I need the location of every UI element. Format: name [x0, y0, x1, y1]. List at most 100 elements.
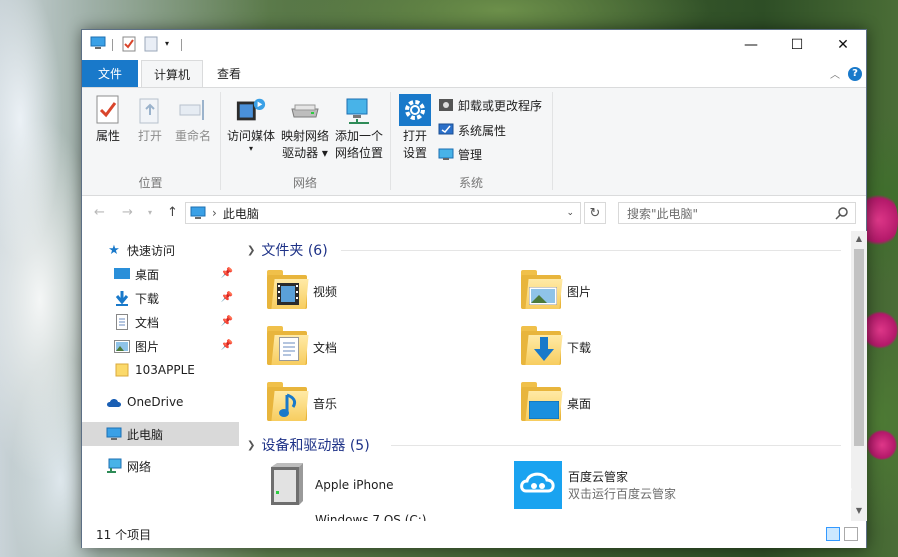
- pin-icon[interactable]: 📌: [221, 268, 233, 279]
- device-tile-c-drive[interactable]: Windows 7 OS (C:): [265, 513, 427, 521]
- tab-computer[interactable]: 计算机: [141, 60, 203, 88]
- address-bar[interactable]: › 此电脑 ⌄: [185, 202, 581, 224]
- rename-button[interactable]: 重命名: [172, 94, 214, 145]
- ribbon-group-network: 访问媒体 ▾ 映射网络 驱动器 ▾ 添加一个 网络位置 网络: [221, 88, 389, 195]
- folder-tile-music[interactable]: 音乐: [265, 379, 337, 427]
- ribbon: 属性 打开 重命名 位置 访问媒体 ▾ 映射网络 驱动器 ▾ 添加一个 网络位置…: [82, 87, 866, 196]
- devices-header-label: 设备和驱动器 (5): [261, 438, 370, 454]
- network-group-label: 网络: [292, 176, 317, 190]
- document-folder-icon: [265, 323, 309, 371]
- nav-item-quick-access[interactable]: ★ 快速访问: [82, 238, 239, 262]
- dropdown-icon[interactable]: ▾: [165, 39, 169, 48]
- navigation-pane: ★ 快速访问 桌面 📌 下载 📌 文档 📌 图片 📌 103APPLE OneD…: [82, 231, 240, 521]
- nav-item-this-pc[interactable]: 此电脑: [82, 422, 239, 446]
- open-settings-button[interactable]: 打开 设置: [397, 94, 433, 162]
- folder-icon: [114, 362, 130, 378]
- access-media-button[interactable]: 访问媒体 ▾: [225, 94, 277, 153]
- add-network-location-button[interactable]: 添加一个 网络位置: [333, 94, 385, 162]
- help-icon[interactable]: ?: [848, 66, 862, 81]
- ribbon-group-system: 打开 设置 卸载或更改程序 系统属性 管理 系统: [391, 88, 551, 195]
- device-tile-iphone[interactable]: Apple iPhone: [265, 461, 393, 509]
- folder-tile-documents[interactable]: 文档: [265, 323, 337, 371]
- section-divider: [341, 250, 841, 251]
- properties-button[interactable]: 属性: [90, 94, 126, 145]
- uninstall-program-button[interactable]: 卸载或更改程序: [438, 94, 542, 116]
- download-folder-icon: [519, 323, 563, 371]
- access-media-label: 访问媒体: [226, 129, 275, 143]
- folders-section-header[interactable]: ❯ 文件夹 (6): [247, 240, 328, 260]
- open-icon: [134, 94, 166, 126]
- forward-arrow-icon[interactable]: →: [122, 205, 133, 220]
- open-settings-label-1: 打开: [402, 129, 427, 143]
- settings-gear-icon: [399, 94, 431, 126]
- cloud-icon: [106, 394, 122, 410]
- rename-icon: [177, 94, 209, 126]
- nav-item-label: 图片: [135, 339, 160, 354]
- nav-item-desktop[interactable]: 桌面 📌: [82, 262, 239, 286]
- folder-tile-desktop[interactable]: 桌面: [519, 379, 591, 427]
- breadcrumb-this-pc[interactable]: 此电脑: [223, 205, 259, 222]
- nav-item-103apple[interactable]: 103APPLE: [82, 358, 239, 382]
- maximize-button[interactable]: ☐: [774, 30, 820, 60]
- open-label: 打开: [137, 129, 162, 143]
- map-network-drive-button[interactable]: 映射网络 驱动器 ▾: [279, 94, 331, 162]
- nav-item-pictures[interactable]: 图片 📌: [82, 334, 239, 358]
- collapse-ribbon-icon[interactable]: ︿: [830, 66, 840, 81]
- details-view-icon[interactable]: [826, 527, 840, 541]
- vertical-scrollbar[interactable]: ▲ ▼: [851, 231, 867, 521]
- pin-icon[interactable]: 📌: [221, 316, 233, 327]
- collapse-chevron-icon[interactable]: ❯: [247, 245, 255, 256]
- up-arrow-icon[interactable]: ↑: [167, 205, 178, 220]
- devices-section-header[interactable]: ❯ 设备和驱动器 (5): [247, 435, 370, 455]
- device-tile-baidu-cloud[interactable]: 百度云管家 双击运行百度云管家: [514, 461, 676, 509]
- folder-tile-pictures[interactable]: 图片: [519, 267, 591, 315]
- pin-icon[interactable]: 📌: [221, 292, 233, 303]
- scrollbar-thumb[interactable]: [854, 249, 864, 446]
- properties-icon: [92, 94, 124, 126]
- search-placeholder: 搜索"此电脑": [627, 206, 699, 221]
- scroll-up-icon[interactable]: ▲: [854, 234, 864, 246]
- nav-item-label: 下载: [135, 291, 160, 306]
- tab-file[interactable]: 文件: [82, 60, 138, 87]
- close-button[interactable]: ✕: [820, 30, 866, 60]
- flower-decoration: [866, 430, 898, 460]
- open-settings-label-2: 设置: [402, 146, 427, 160]
- nav-item-onedrive[interactable]: OneDrive: [82, 390, 239, 414]
- download-icon: [114, 290, 130, 306]
- folder-tile-videos[interactable]: 视频: [265, 267, 337, 315]
- recent-locations-icon[interactable]: ▾: [148, 208, 152, 217]
- map-drive-icon: [289, 94, 321, 126]
- network-icon: [106, 458, 122, 474]
- computer-icon[interactable]: [90, 36, 106, 50]
- computer-icon: [106, 426, 122, 442]
- search-input[interactable]: 搜索"此电脑": [618, 202, 856, 224]
- iphone-drive-icon: [271, 463, 303, 505]
- nav-item-label: 快速访问: [127, 243, 176, 258]
- system-properties-button[interactable]: 系统属性: [438, 119, 506, 141]
- address-dropdown-icon[interactable]: ⌄: [566, 208, 574, 218]
- new-folder-icon[interactable]: [144, 36, 158, 52]
- scroll-down-icon[interactable]: ▼: [854, 506, 864, 518]
- open-button[interactable]: 打开: [132, 94, 168, 145]
- breadcrumb-separator: ›: [212, 206, 217, 220]
- properties-label: 属性: [95, 129, 120, 143]
- manage-label: 管理: [458, 147, 483, 162]
- nav-item-label: 网络: [127, 459, 152, 474]
- back-arrow-icon[interactable]: ←: [94, 205, 105, 220]
- ribbon-right-controls: ︿ ?: [830, 66, 862, 81]
- device-label: Windows 7 OS (C:): [315, 513, 427, 521]
- uninstall-icon: [439, 99, 453, 111]
- pin-icon[interactable]: 📌: [221, 340, 233, 351]
- nav-item-label: 桌面: [135, 267, 160, 282]
- tab-view[interactable]: 查看: [206, 60, 252, 87]
- minimize-button[interactable]: —: [728, 30, 774, 60]
- large-icons-view-icon[interactable]: [844, 527, 858, 541]
- refresh-button[interactable]: ↻: [584, 202, 606, 224]
- nav-item-network[interactable]: 网络: [82, 454, 239, 478]
- nav-item-documents[interactable]: 文档 📌: [82, 310, 239, 334]
- collapse-chevron-icon[interactable]: ❯: [247, 440, 255, 451]
- properties-check-icon[interactable]: [122, 36, 136, 52]
- manage-button[interactable]: 管理: [438, 143, 482, 165]
- folder-tile-downloads[interactable]: 下载: [519, 323, 591, 371]
- nav-item-downloads[interactable]: 下载 📌: [82, 286, 239, 310]
